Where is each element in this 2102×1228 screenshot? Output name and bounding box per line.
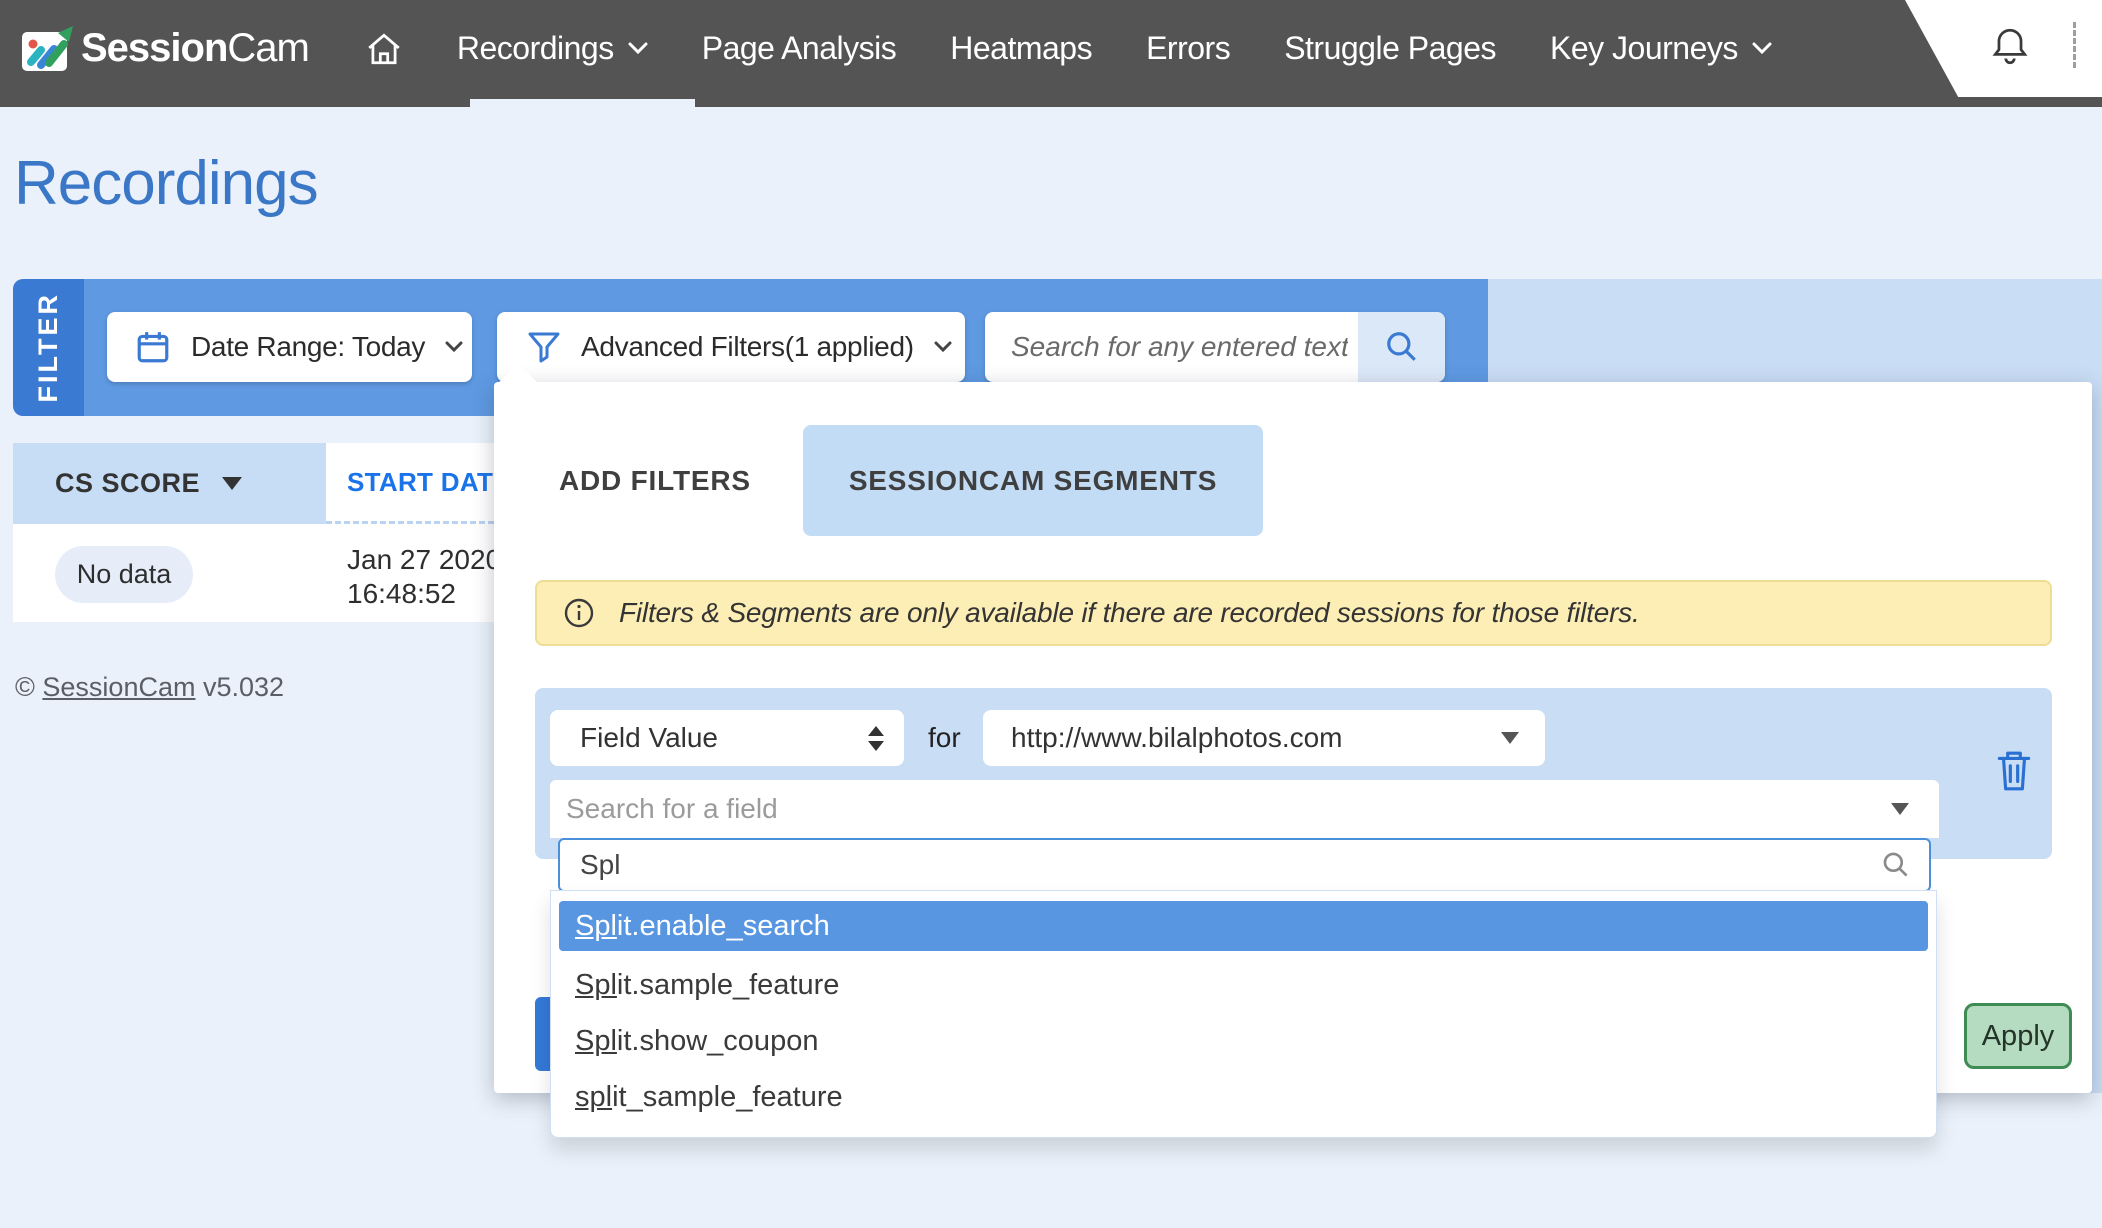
field-combobox[interactable]: Search for a field <box>550 780 1939 838</box>
footer-copyright: © SessionCam v5.032 <box>15 672 284 703</box>
search-icon <box>1384 329 1420 365</box>
field-type-value: Field Value <box>580 722 718 754</box>
nav-items: Recordings Page Analysis Heatmaps Errors… <box>365 30 1772 68</box>
dropdown-caret-icon <box>1501 732 1519 744</box>
apply-button[interactable]: Apply <box>1964 1003 2072 1069</box>
nav-item-label: Struggle Pages <box>1284 30 1496 67</box>
nav-active-tab-indicator <box>470 99 695 108</box>
field-option[interactable]: Split.enable_search <box>559 901 1928 951</box>
cs-score-badge: No data <box>55 546 193 603</box>
funnel-icon <box>527 330 561 364</box>
nav-item-page-analysis[interactable]: Page Analysis <box>702 30 897 67</box>
bell-icon[interactable] <box>1992 26 2028 68</box>
brand-name: SessionCam <box>81 26 309 71</box>
tab-sessioncam-segments[interactable]: SESSIONCAM SEGMENTS <box>803 425 1263 536</box>
home-icon <box>365 30 403 68</box>
nav-item-heatmaps[interactable]: Heatmaps <box>950 30 1092 67</box>
advanced-filters-label: Advanced Filters(1 applied) <box>581 331 914 363</box>
chevron-down-icon <box>445 341 463 353</box>
for-label: for <box>928 710 961 766</box>
site-select[interactable]: http://www.bilalphotos.com <box>983 710 1545 766</box>
start-date-cell: Jan 27 2020, 16:48:52 <box>347 543 509 611</box>
logo-mark-icon <box>21 24 73 74</box>
field-combobox-placeholder: Search for a field <box>566 793 778 825</box>
info-banner-text: Filters & Segments are only available if… <box>619 597 1640 629</box>
advanced-filters-panel: ADD FILTERS SESSIONCAM SEGMENTS Filters … <box>494 382 2092 1093</box>
column-header-start-date[interactable]: START DATE <box>326 443 494 524</box>
search-button[interactable] <box>1358 312 1445 382</box>
nav-item-errors[interactable]: Errors <box>1146 30 1230 67</box>
panel-tabs: ADD FILTERS SESSIONCAM SEGMENTS <box>559 425 1263 536</box>
nav-item-label: Errors <box>1146 30 1230 67</box>
nav-item-key-journeys[interactable]: Key Journeys <box>1550 30 1772 67</box>
delete-filter-button[interactable] <box>1992 746 2036 796</box>
column-header-label: CS SCORE <box>55 468 200 499</box>
table-row[interactable]: No data Jan 27 2020, 16:48:52 <box>13 524 494 622</box>
field-option[interactable]: split_sample_feature <box>551 1069 1936 1125</box>
nav-item-label: Heatmaps <box>950 30 1092 67</box>
tab-add-filters[interactable]: ADD FILTERS <box>559 465 751 497</box>
field-type-select[interactable]: Field Value <box>550 710 904 766</box>
text-search-input[interactable] <box>985 312 1358 382</box>
field-search-box <box>558 838 1931 892</box>
nav-item-label: Recordings <box>457 30 614 67</box>
calendar-icon <box>135 329 171 365</box>
nav-item-struggle-pages[interactable]: Struggle Pages <box>1284 30 1496 67</box>
field-search-input[interactable] <box>560 849 1881 881</box>
column-header-cs-score[interactable]: CS SCORE <box>13 443 326 524</box>
field-option[interactable]: Split.sample_feature <box>551 957 1936 1013</box>
kebab-menu-icon[interactable] <box>2073 22 2076 68</box>
chevron-down-icon <box>628 42 648 55</box>
date-range-label: Date Range: Today <box>191 331 425 363</box>
trash-icon <box>1995 749 2033 793</box>
filter-collapse-tab[interactable]: FILTER <box>13 279 84 416</box>
chevron-down-icon <box>934 341 952 353</box>
field-option[interactable]: Split.show_coupon <box>551 1013 1936 1069</box>
footer-brand-link[interactable]: SessionCam <box>42 672 195 702</box>
page-title: Recordings <box>14 148 318 219</box>
sort-desc-icon <box>222 477 242 490</box>
nav-item-label: Key Journeys <box>1550 30 1738 67</box>
nav-home[interactable] <box>365 30 403 68</box>
info-icon <box>563 597 595 629</box>
advanced-filters-button[interactable]: Advanced Filters(1 applied) <box>497 312 965 382</box>
site-select-value: http://www.bilalphotos.com <box>1011 722 1343 754</box>
text-search-box <box>985 312 1445 382</box>
nav-item-recordings[interactable]: Recordings <box>457 30 648 67</box>
nav-item-label: Page Analysis <box>702 30 897 67</box>
dropdown-caret-icon <box>1891 803 1909 815</box>
updown-icon <box>868 726 884 751</box>
filter-tab-label: FILTER <box>33 292 64 402</box>
top-nav-inner: SessionCam Recordings Page Analysis Heat… <box>0 0 2102 97</box>
hidden-button-sliver[interactable] <box>535 997 550 1071</box>
search-icon <box>1881 850 1911 880</box>
brand-logo[interactable]: SessionCam <box>21 24 309 74</box>
field-options-list: Split.enable_search Split.sample_feature… <box>550 890 1937 1138</box>
chevron-down-icon <box>1752 42 1772 55</box>
info-banner: Filters & Segments are only available if… <box>535 580 2052 646</box>
column-header-label: START DATE <box>347 467 511 498</box>
top-nav: SessionCam Recordings Page Analysis Heat… <box>0 0 2102 107</box>
date-range-button[interactable]: Date Range: Today <box>107 312 472 382</box>
